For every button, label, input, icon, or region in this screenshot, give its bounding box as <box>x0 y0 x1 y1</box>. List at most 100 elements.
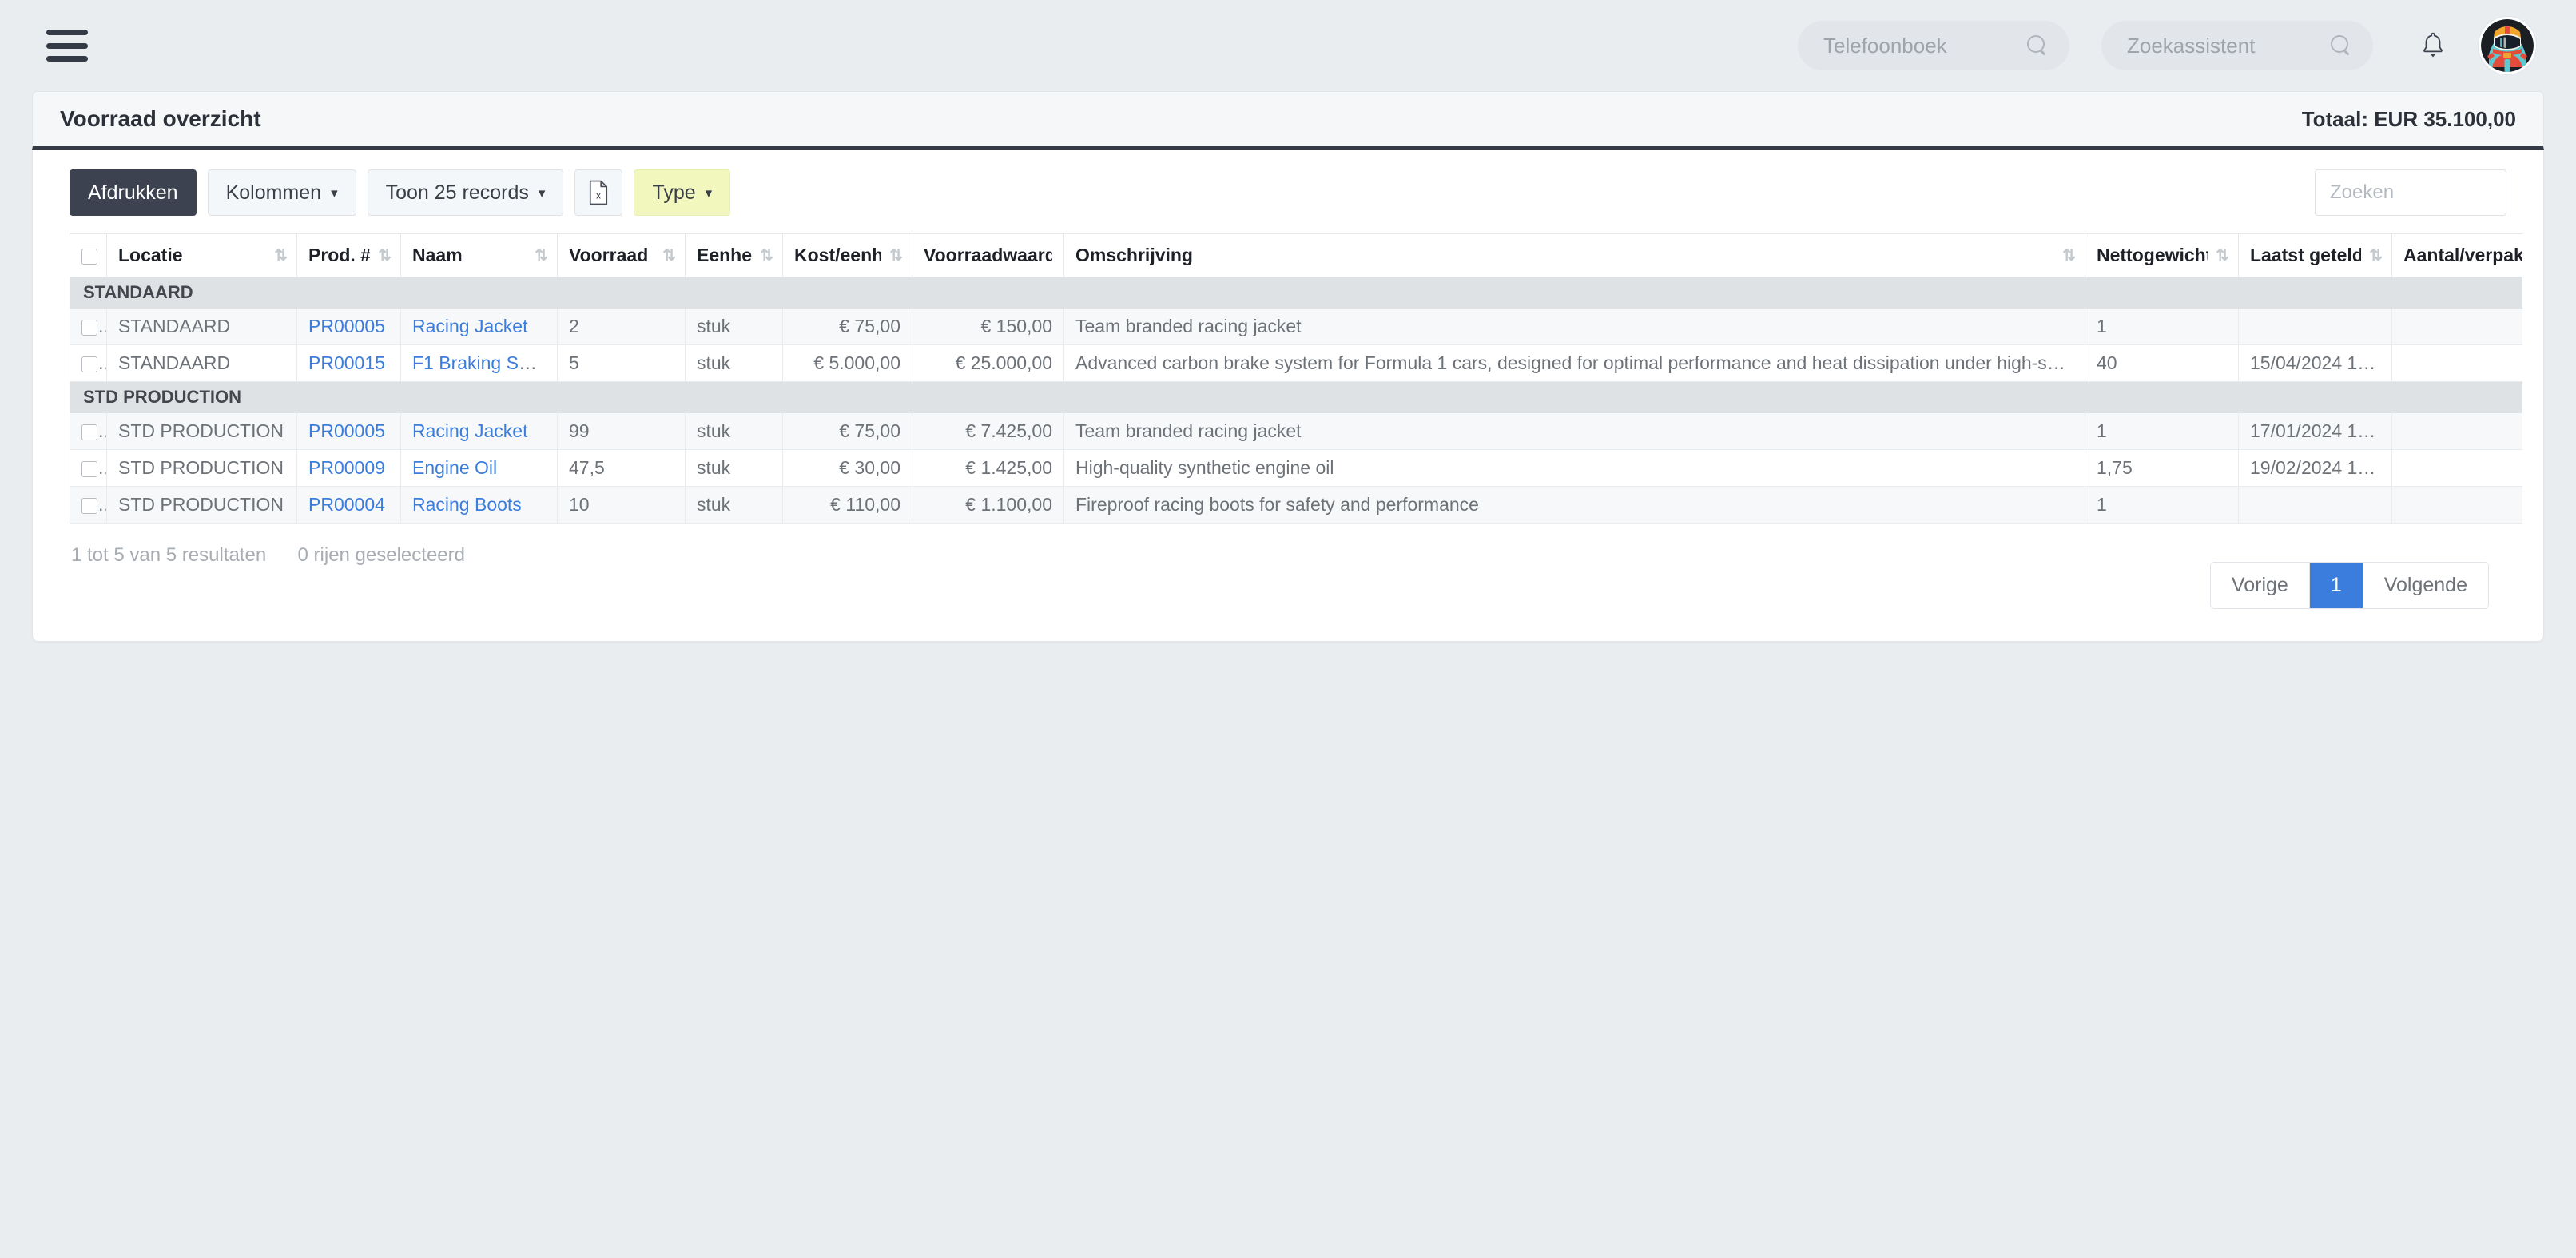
sort-toggle-icon[interactable]: ⇅ <box>662 248 676 264</box>
product-number-link[interactable]: PR00005 <box>308 316 385 336</box>
excel-export-button[interactable]: x <box>574 169 623 216</box>
sort-toggle-icon[interactable]: ⇅ <box>2216 248 2229 264</box>
row-select-cell[interactable] <box>70 486 107 524</box>
column-header-geteld[interactable]: Laatst geteld ⇅ <box>2238 233 2392 277</box>
cell-naam[interactable]: Engine Oil <box>400 449 558 487</box>
cell-naam[interactable]: Racing Boots <box>400 486 558 524</box>
cell-eenheid: stuk <box>685 412 783 450</box>
cell-waarde: € 1.100,00 <box>912 486 1064 524</box>
cell-kost: € 75,00 <box>782 308 912 345</box>
cell-locatie: STD PRODUCTION <box>106 486 297 524</box>
cell-prod[interactable]: PR00004 <box>296 486 401 524</box>
notifications-button[interactable] <box>2405 18 2461 74</box>
column-header-prod[interactable]: Prod. # ⇅ <box>296 233 401 277</box>
column-header-kost[interactable]: Kost/eenh ⇅ <box>782 233 912 277</box>
sort-toggle-icon[interactable]: ⇅ <box>274 248 288 264</box>
product-name-link[interactable]: Racing Boots <box>412 494 522 515</box>
avatar[interactable] <box>2479 17 2536 74</box>
product-name-link[interactable]: Engine Oil <box>412 457 497 478</box>
row-checkbox[interactable] <box>81 424 97 440</box>
racing-driver-avatar-icon <box>2481 19 2534 72</box>
cell-prod[interactable]: PR00005 <box>296 412 401 450</box>
page-title: Voorraad overzicht <box>60 106 261 131</box>
row-checkbox[interactable] <box>81 356 97 372</box>
row-select-cell[interactable] <box>70 308 107 345</box>
column-header-label: Naam <box>412 245 463 265</box>
cell-geteld <box>2238 308 2392 345</box>
cell-voorraad: 2 <box>557 308 686 345</box>
select-all-header[interactable] <box>70 233 107 277</box>
pagination-next[interactable]: Volgende <box>2363 563 2488 608</box>
table-row[interactable]: STD PRODUCTION PR00005 Racing Jacket 99 stuk… <box>70 412 2522 450</box>
product-number-link[interactable]: PR00009 <box>308 457 385 478</box>
column-header-label: Prod. # <box>308 245 371 265</box>
table-row[interactable]: STANDAARD PR00015 F1 Braking System 5 stuk € … <box>70 344 2522 382</box>
cell-omschrijving: Team branded racing jacket <box>1063 308 2085 345</box>
column-header-aantal[interactable]: Aantal/verpakking⇅ <box>2391 233 2522 277</box>
product-name-link[interactable]: Racing Jacket <box>412 420 527 441</box>
print-button[interactable]: Afdrukken <box>70 169 197 216</box>
cell-netto: 1 <box>2085 486 2239 524</box>
hamburger-menu-icon[interactable] <box>46 30 88 62</box>
columns-dropdown-button[interactable]: Kolommen ▾ <box>207 169 356 216</box>
cell-voorraad: 47,5 <box>557 449 686 487</box>
pagination-previous[interactable]: Vorige <box>2210 563 2310 608</box>
search-input[interactable] <box>2315 169 2506 216</box>
column-header-label: Omschrijving <box>1075 245 1193 265</box>
product-number-link[interactable]: PR00005 <box>308 420 385 441</box>
pagination-page-1[interactable]: 1 <box>2309 563 2363 608</box>
column-header-locatie[interactable]: Locatie ⇅ <box>106 233 297 277</box>
cell-voorraad: 99 <box>557 412 686 450</box>
column-header-eenheid[interactable]: Eenheid ⇅ <box>685 233 783 277</box>
assistant-placeholder: Zoekassistent <box>2127 33 2256 58</box>
row-select-cell[interactable] <box>70 449 107 487</box>
sort-toggle-icon[interactable]: ⇅ <box>378 248 392 264</box>
sort-toggle-icon[interactable]: ⇅ <box>535 248 548 264</box>
phonebook-search[interactable]: Telefoonboek <box>1798 21 2069 70</box>
product-number-link[interactable]: PR00015 <box>308 352 385 373</box>
sort-toggle-icon[interactable]: ⇅ <box>2369 248 2383 264</box>
row-select-cell[interactable] <box>70 344 107 382</box>
search-icon <box>2027 34 2049 57</box>
table-header: Locatie⇅Prod. #⇅Naam⇅Voorraad⇅Eenheid⇅Ko… <box>70 233 2522 277</box>
cell-locatie: STANDAARD <box>106 308 297 345</box>
records-button-label: Toon 25 records <box>385 181 529 204</box>
chevron-down-icon: ▾ <box>705 185 713 201</box>
cell-prod[interactable]: PR00015 <box>296 344 401 382</box>
product-name-link[interactable]: Racing Jacket <box>412 316 527 336</box>
table-row[interactable]: STD PRODUCTION PR00004 Racing Boots 10 stuk €… <box>70 486 2522 524</box>
column-header-label: Locatie <box>118 245 183 265</box>
row-select-cell[interactable] <box>70 412 107 450</box>
sort-toggle-icon[interactable]: ⇅ <box>889 248 903 264</box>
cell-prod[interactable]: PR00009 <box>296 449 401 487</box>
product-name-link[interactable]: F1 Braking System <box>412 352 557 373</box>
cell-naam[interactable]: Racing Jacket <box>400 412 558 450</box>
page-total: Totaal: EUR 35.100,00 <box>2301 106 2516 131</box>
cell-prod[interactable]: PR00005 <box>296 308 401 345</box>
column-header-netto[interactable]: Nettogewicht ⇅ <box>2085 233 2239 277</box>
sort-toggle-icon[interactable]: ⇅ <box>2062 248 2076 264</box>
cell-naam[interactable]: Racing Jacket <box>400 308 558 345</box>
column-header-voorraad[interactable]: Voorraad ⇅ <box>557 233 686 277</box>
select-all-checkbox[interactable] <box>81 248 97 265</box>
cell-voorraad: 10 <box>557 486 686 524</box>
product-number-link[interactable]: PR00004 <box>308 494 385 515</box>
type-button-label: Type <box>652 181 696 204</box>
page-wrap: Voorraad overzicht Totaal: EUR 35.100,00… <box>0 91 2576 642</box>
table-row[interactable]: STD PRODUCTION PR00009 Engine Oil 47,5 stuk €… <box>70 449 2522 487</box>
type-filter-dropdown[interactable]: Type ▾ <box>634 169 731 216</box>
column-header-waarde: Voorraadwaarde <box>912 233 1064 277</box>
row-checkbox[interactable] <box>81 497 97 514</box>
cell-naam[interactable]: F1 Braking System <box>400 344 558 382</box>
column-header-omschrijving[interactable]: Omschrijving ⇅ <box>1063 233 2085 277</box>
column-header-naam[interactable]: Naam ⇅ <box>400 233 558 277</box>
print-button-label: Afdrukken <box>88 181 178 204</box>
row-checkbox[interactable] <box>81 319 97 336</box>
assistant-search[interactable]: Zoekassistent <box>2101 21 2373 70</box>
cell-aantal <box>2391 449 2522 487</box>
sort-toggle-icon[interactable]: ⇅ <box>760 248 773 264</box>
records-per-page-dropdown[interactable]: Toon 25 records ▾ <box>367 169 564 216</box>
row-checkbox[interactable] <box>81 460 97 477</box>
cell-eenheid: stuk <box>685 449 783 487</box>
table-row[interactable]: STANDAARD PR00005 Racing Jacket 2 stuk € 75,0… <box>70 308 2522 345</box>
